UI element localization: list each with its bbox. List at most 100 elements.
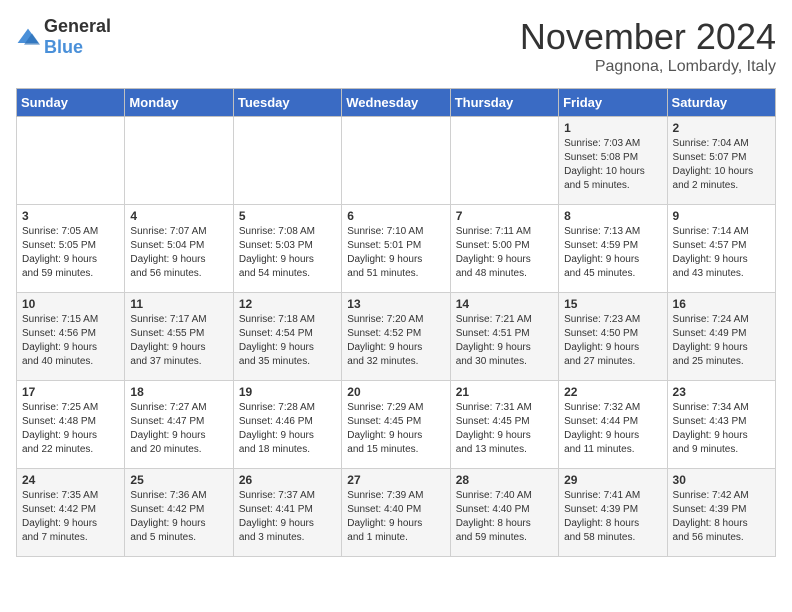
day-info: Sunrise: 7:08 AM Sunset: 5:03 PM Dayligh… <box>239 225 336 281</box>
day-number: 22 <box>564 385 661 399</box>
day-info: Sunrise: 7:40 AM Sunset: 4:40 PM Dayligh… <box>456 489 553 545</box>
day-info: Sunrise: 7:32 AM Sunset: 4:44 PM Dayligh… <box>564 401 661 457</box>
day-info: Sunrise: 7:41 AM Sunset: 4:39 PM Dayligh… <box>564 489 661 545</box>
day-info: Sunrise: 7:42 AM Sunset: 4:39 PM Dayligh… <box>673 489 770 545</box>
day-number: 16 <box>673 297 770 311</box>
logo-general: General <box>44 16 111 36</box>
weekday-header: Thursday <box>450 89 558 117</box>
day-info: Sunrise: 7:11 AM Sunset: 5:00 PM Dayligh… <box>456 225 553 281</box>
day-number: 3 <box>22 209 119 223</box>
calendar-cell <box>125 117 233 205</box>
header: General Blue November 2024 Pagnona, Lomb… <box>16 16 776 76</box>
calendar-cell: 24 Sunrise: 7:35 AM Sunset: 4:42 PM Dayli… <box>17 469 125 557</box>
day-number: 2 <box>673 121 770 135</box>
calendar-cell: 28Sunrise: 7:40 AM Sunset: 4:40 PM Dayli… <box>450 469 558 557</box>
day-info: Sunrise: 7:10 AM Sunset: 5:01 PM Dayligh… <box>347 225 444 281</box>
day-info: Sunrise: 7:07 AM Sunset: 5:04 PM Dayligh… <box>130 225 227 281</box>
day-number: 7 <box>456 209 553 223</box>
calendar-cell: 22 Sunrise: 7:32 AM Sunset: 4:44 PM Dayli… <box>559 381 667 469</box>
day-number: 5 <box>239 209 336 223</box>
day-info: Sunrise: 7:03 AM Sunset: 5:08 PM Dayligh… <box>564 137 661 193</box>
calendar-cell: 20Sunrise: 7:29 AM Sunset: 4:45 PM Dayli… <box>342 381 450 469</box>
day-info: Sunrise: 7:34 AM Sunset: 4:43 PM Dayligh… <box>673 401 770 457</box>
day-number: 1 <box>564 121 661 135</box>
weekday-header: Sunday <box>17 89 125 117</box>
logo: General Blue <box>16 16 111 58</box>
day-info: Sunrise: 7:14 AM Sunset: 4:57 PM Dayligh… <box>673 225 770 281</box>
day-number: 18 <box>130 385 227 399</box>
logo-blue: Blue <box>44 37 83 57</box>
day-info: Sunrise: 7:23 AM Sunset: 4:50 PM Dayligh… <box>564 313 661 369</box>
calendar-cell: 11Sunrise: 7:17 AM Sunset: 4:55 PM Dayli… <box>125 293 233 381</box>
calendar-table: SundayMondayTuesdayWednesdayThursdayFrid… <box>16 88 776 557</box>
day-info: Sunrise: 7:20 AM Sunset: 4:52 PM Dayligh… <box>347 313 444 369</box>
day-number: 14 <box>456 297 553 311</box>
header-row: SundayMondayTuesdayWednesdayThursdayFrid… <box>17 89 776 117</box>
day-number: 26 <box>239 473 336 487</box>
weekday-header: Saturday <box>667 89 775 117</box>
day-number: 19 <box>239 385 336 399</box>
calendar-week-row: 10Sunrise: 7:15 AM Sunset: 4:56 PM Dayli… <box>17 293 776 381</box>
day-number: 12 <box>239 297 336 311</box>
calendar-cell: 17 Sunrise: 7:25 AM Sunset: 4:48 PM Dayli… <box>17 381 125 469</box>
day-number: 30 <box>673 473 770 487</box>
day-number: 20 <box>347 385 444 399</box>
day-info: Sunrise: 7:31 AM Sunset: 4:45 PM Dayligh… <box>456 401 553 457</box>
day-number: 4 <box>130 209 227 223</box>
day-number: 23 <box>673 385 770 399</box>
calendar-cell: 8 Sunrise: 7:13 AM Sunset: 4:59 PM Daylig… <box>559 205 667 293</box>
calendar-cell: 15Sunrise: 7:23 AM Sunset: 4:50 PM Dayli… <box>559 293 667 381</box>
weekday-header: Tuesday <box>233 89 341 117</box>
day-number: 9 <box>673 209 770 223</box>
day-number: 29 <box>564 473 661 487</box>
day-info: Sunrise: 7:04 AM Sunset: 5:07 PM Dayligh… <box>673 137 770 193</box>
calendar-cell <box>342 117 450 205</box>
calendar-cell: 21 Sunrise: 7:31 AM Sunset: 4:45 PM Dayli… <box>450 381 558 469</box>
calendar-cell: 18 Sunrise: 7:27 AM Sunset: 4:47 PM Dayli… <box>125 381 233 469</box>
month-title: November 2024 <box>520 16 776 58</box>
calendar-cell: 14 Sunrise: 7:21 AM Sunset: 4:51 PM Dayli… <box>450 293 558 381</box>
calendar-cell: 27 Sunrise: 7:39 AM Sunset: 4:40 PM Dayli… <box>342 469 450 557</box>
calendar-cell: 1 Sunrise: 7:03 AM Sunset: 5:08 PM Daylig… <box>559 117 667 205</box>
calendar-cell <box>450 117 558 205</box>
calendar-cell: 2 Sunrise: 7:04 AM Sunset: 5:07 PM Daylig… <box>667 117 775 205</box>
weekday-header: Monday <box>125 89 233 117</box>
day-info: Sunrise: 7:35 AM Sunset: 4:42 PM Dayligh… <box>22 489 119 545</box>
day-info: Sunrise: 7:27 AM Sunset: 4:47 PM Dayligh… <box>130 401 227 457</box>
calendar-cell: 7 Sunrise: 7:11 AM Sunset: 5:00 PM Daylig… <box>450 205 558 293</box>
calendar-cell: 3Sunrise: 7:05 AM Sunset: 5:05 PM Daylig… <box>17 205 125 293</box>
calendar-week-row: 17 Sunrise: 7:25 AM Sunset: 4:48 PM Dayli… <box>17 381 776 469</box>
calendar-week-row: 24 Sunrise: 7:35 AM Sunset: 4:42 PM Dayli… <box>17 469 776 557</box>
day-number: 21 <box>456 385 553 399</box>
calendar-cell <box>17 117 125 205</box>
day-info: Sunrise: 7:37 AM Sunset: 4:41 PM Dayligh… <box>239 489 336 545</box>
day-number: 6 <box>347 209 444 223</box>
calendar-cell: 4 Sunrise: 7:07 AM Sunset: 5:04 PM Daylig… <box>125 205 233 293</box>
calendar-cell: 13 Sunrise: 7:20 AM Sunset: 4:52 PM Dayli… <box>342 293 450 381</box>
day-number: 8 <box>564 209 661 223</box>
day-info: Sunrise: 7:21 AM Sunset: 4:51 PM Dayligh… <box>456 313 553 369</box>
calendar-week-row: 1 Sunrise: 7:03 AM Sunset: 5:08 PM Daylig… <box>17 117 776 205</box>
calendar-cell: 23 Sunrise: 7:34 AM Sunset: 4:43 PM Dayli… <box>667 381 775 469</box>
day-info: Sunrise: 7:18 AM Sunset: 4:54 PM Dayligh… <box>239 313 336 369</box>
calendar-cell: 26 Sunrise: 7:37 AM Sunset: 4:41 PM Dayli… <box>233 469 341 557</box>
logo-icon <box>16 27 40 47</box>
calendar-cell: 19 Sunrise: 7:28 AM Sunset: 4:46 PM Dayli… <box>233 381 341 469</box>
day-info: Sunrise: 7:25 AM Sunset: 4:48 PM Dayligh… <box>22 401 119 457</box>
day-number: 17 <box>22 385 119 399</box>
day-number: 24 <box>22 473 119 487</box>
day-info: Sunrise: 7:28 AM Sunset: 4:46 PM Dayligh… <box>239 401 336 457</box>
title-block: November 2024 Pagnona, Lombardy, Italy <box>520 16 776 76</box>
calendar-cell: 29 Sunrise: 7:41 AM Sunset: 4:39 PM Dayli… <box>559 469 667 557</box>
day-info: Sunrise: 7:13 AM Sunset: 4:59 PM Dayligh… <box>564 225 661 281</box>
calendar-cell <box>233 117 341 205</box>
location-subtitle: Pagnona, Lombardy, Italy <box>520 58 776 76</box>
calendar-cell: 6 Sunrise: 7:10 AM Sunset: 5:01 PM Daylig… <box>342 205 450 293</box>
day-number: 27 <box>347 473 444 487</box>
calendar-cell: 5 Sunrise: 7:08 AM Sunset: 5:03 PM Daylig… <box>233 205 341 293</box>
calendar-cell: 16Sunrise: 7:24 AM Sunset: 4:49 PM Dayli… <box>667 293 775 381</box>
calendar-cell: 10Sunrise: 7:15 AM Sunset: 4:56 PM Dayli… <box>17 293 125 381</box>
day-info: Sunrise: 7:39 AM Sunset: 4:40 PM Dayligh… <box>347 489 444 545</box>
day-number: 13 <box>347 297 444 311</box>
weekday-header: Friday <box>559 89 667 117</box>
